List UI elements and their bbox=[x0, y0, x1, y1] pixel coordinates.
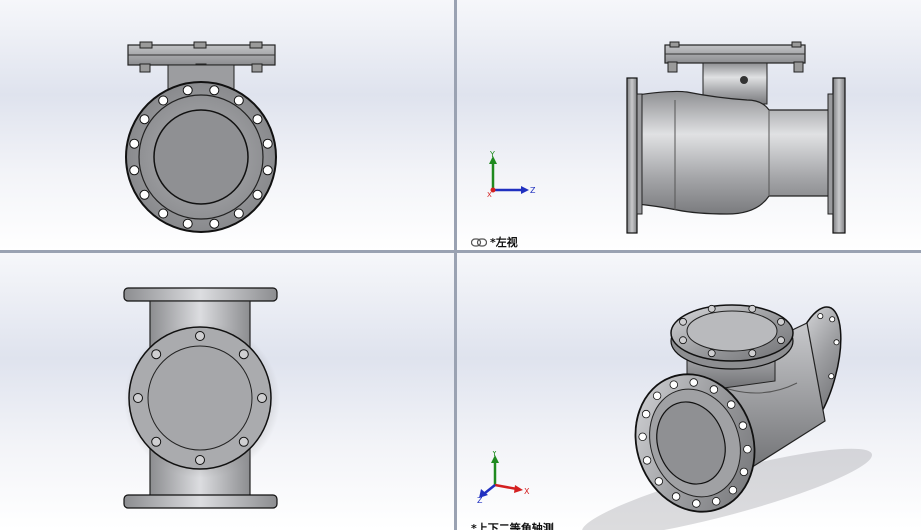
cover-bolt bbox=[195, 455, 205, 465]
valve-front-view bbox=[125, 41, 277, 233]
bolt-hole bbox=[139, 114, 150, 125]
bolt-hole bbox=[139, 189, 150, 200]
viewport-top[interactable] bbox=[0, 253, 454, 530]
bolt-hole bbox=[158, 208, 169, 219]
bolt-hole bbox=[252, 189, 263, 200]
cover-bolt bbox=[238, 436, 249, 447]
x-axis-label: X bbox=[487, 191, 492, 199]
cover-bolt bbox=[707, 349, 716, 358]
cover-bolt bbox=[195, 331, 205, 341]
bolt-hole bbox=[233, 208, 244, 219]
cover-bolt bbox=[679, 336, 687, 345]
bolt-hole bbox=[738, 421, 748, 430]
viewport-isometric[interactable]: Y X Z *上下二等角轴测 bbox=[457, 253, 921, 530]
bolt-hole bbox=[158, 95, 169, 106]
viewport-splitter-vertical[interactable] bbox=[454, 0, 457, 530]
bolt-hole bbox=[638, 432, 647, 441]
z-axis-arrow bbox=[484, 484, 496, 494]
bolt-hole bbox=[262, 165, 273, 176]
cover-bolt bbox=[777, 336, 785, 345]
cover-bolt bbox=[133, 393, 143, 403]
viewport-grid: Y Z X *左视 Y X Z *上下二等角轴测 bbox=[0, 0, 921, 530]
bolt-hole bbox=[262, 138, 273, 149]
bolt-hole bbox=[652, 391, 662, 400]
cover-bolt bbox=[777, 317, 785, 326]
bolt-hole bbox=[129, 165, 140, 176]
view-label-left-text: *左视 bbox=[490, 236, 518, 249]
bolt-hole bbox=[828, 373, 835, 380]
bolt-hole bbox=[743, 444, 752, 454]
viewport-front[interactable] bbox=[0, 0, 454, 250]
bolt-hole bbox=[252, 114, 263, 125]
y-axis-label: Y bbox=[491, 451, 497, 458]
x-axis-label: X bbox=[524, 487, 530, 496]
bolt-hole bbox=[129, 138, 140, 149]
bolt-hole bbox=[209, 218, 220, 229]
bolt-hole bbox=[727, 400, 736, 409]
bolt-hole bbox=[689, 378, 698, 387]
bolt-hole bbox=[654, 477, 663, 486]
bolt-hole bbox=[709, 385, 719, 394]
y-axis-label: Y bbox=[489, 150, 495, 159]
bolt-hole bbox=[642, 456, 652, 465]
cover-bolt bbox=[238, 349, 249, 360]
z-axis-label: Z bbox=[477, 496, 483, 503]
bolt-hole bbox=[739, 467, 749, 477]
bolt-hole bbox=[728, 485, 738, 495]
bolt-hole bbox=[712, 497, 721, 506]
bolt-hole bbox=[671, 492, 681, 501]
bolt-hole bbox=[233, 95, 244, 106]
viewport-left[interactable]: Y Z X *左视 bbox=[457, 0, 921, 250]
view-label-isometric-text: *上下二等角轴测 bbox=[471, 522, 554, 530]
bolt-hole bbox=[692, 499, 701, 508]
cover-bolt bbox=[748, 349, 757, 358]
axis-triad-left: Y Z X bbox=[487, 150, 536, 199]
bolt-hole bbox=[829, 316, 836, 323]
valve-top-view bbox=[123, 287, 280, 509]
bolt-hole bbox=[209, 85, 220, 96]
cover-bolt bbox=[707, 304, 716, 313]
link-icon bbox=[471, 237, 487, 247]
bolt-hole bbox=[182, 218, 193, 229]
axis-triad-isometric: Y X Z bbox=[477, 451, 530, 503]
bolt-hole bbox=[833, 339, 840, 346]
cover-bolt bbox=[679, 317, 687, 326]
valve-left-view bbox=[626, 41, 846, 234]
bolt-hole bbox=[641, 409, 651, 419]
cover-bolt bbox=[257, 393, 267, 403]
view-label-isometric[interactable]: *上下二等角轴测 bbox=[471, 520, 554, 530]
bolt-hole bbox=[182, 85, 193, 96]
bolt-hole bbox=[817, 313, 824, 320]
viewport-splitter-horizontal[interactable] bbox=[0, 250, 921, 253]
x-axis-arrow bbox=[494, 483, 518, 491]
view-label-left[interactable]: *左视 bbox=[471, 234, 518, 250]
z-axis-label: Z bbox=[530, 186, 536, 195]
cover-bolt bbox=[151, 436, 162, 447]
bolt-hole bbox=[669, 380, 678, 389]
cover-bolt bbox=[748, 304, 757, 313]
cover-bolt bbox=[151, 349, 162, 360]
